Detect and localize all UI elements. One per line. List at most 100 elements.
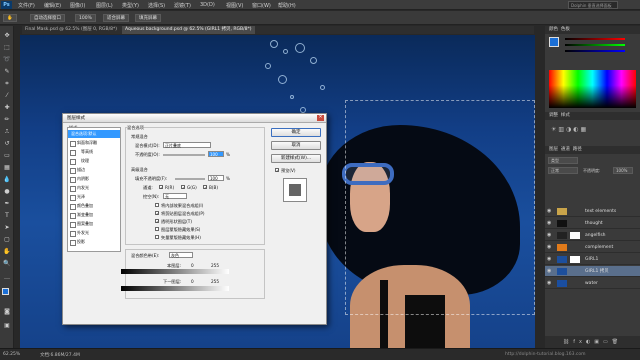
style-item[interactable]: 内发光 xyxy=(68,184,120,192)
new-style-button[interactable]: 新建样式(W)... xyxy=(271,154,321,163)
layer-row[interactable]: ◉ angelfish xyxy=(545,230,640,241)
layer-row[interactable]: ◉ GIRL1 xyxy=(545,254,640,265)
channel-r-checkbox[interactable]: ✓ xyxy=(159,185,163,190)
tab-final-mask[interactable]: Final Mask.psd @ 62.5% (图层 0, RGB/8*) xyxy=(22,26,120,34)
channel-g-checkbox[interactable]: ✓ xyxy=(181,185,185,190)
tab-aqueous-background[interactable]: Aqueous background.psd @ 62.5% (GIRL1 拷贝… xyxy=(122,26,255,34)
screen-mode-icon[interactable]: ▣ xyxy=(3,322,11,330)
menu-item[interactable]: 滤镜(T) xyxy=(174,2,191,9)
style-item[interactable]: 内阴影 xyxy=(68,175,120,183)
layer-blend-mode-select[interactable]: 正常 xyxy=(548,167,578,174)
green-slider[interactable] xyxy=(565,44,625,46)
tab-paths[interactable]: 路径 xyxy=(573,147,582,152)
menu-item[interactable]: 图层(L) xyxy=(96,2,113,9)
opacity-slider[interactable] xyxy=(163,154,205,156)
shape-tool-icon[interactable]: ▢ xyxy=(3,236,11,244)
style-item[interactable]: 图案叠加 xyxy=(68,220,120,228)
style-item[interactable]: 颜色叠加 xyxy=(68,202,120,210)
more-tools-icon[interactable]: … xyxy=(3,274,11,282)
clone-stamp-tool-icon[interactable]: ⎍ xyxy=(3,128,11,136)
visibility-eye-icon[interactable]: ◉ xyxy=(547,254,551,265)
visibility-eye-icon[interactable]: ◉ xyxy=(547,266,551,277)
workspace-selector[interactable]: Dolphin 垂直选择面板 xyxy=(568,1,618,9)
auto-select-window-checkbox[interactable]: 自动选择窗口 xyxy=(30,14,65,22)
tab-adjustments[interactable]: 调整 xyxy=(549,113,558,118)
layer-row[interactable]: ◉ GIRL1 拷贝 xyxy=(545,266,640,277)
layer-panel-footer-icons[interactable]: ⛓fx◐▣▭🗑 xyxy=(545,336,640,348)
style-item[interactable]: 斜面和浮雕 xyxy=(68,139,120,147)
marquee-tool-icon[interactable]: ⬚ xyxy=(3,44,11,52)
fill-opacity-field[interactable]: 100 xyxy=(208,175,224,181)
style-item[interactable]: 光泽 xyxy=(68,193,120,201)
tab-layers[interactable]: 图层 xyxy=(549,147,558,152)
menu-item[interactable]: 编辑(E) xyxy=(44,2,61,9)
fill-screen-button[interactable]: 填充屏幕 xyxy=(135,14,161,22)
menu-item[interactable]: 文件(F) xyxy=(18,2,35,9)
style-item[interactable]: 纹理 xyxy=(68,157,120,165)
opacity-field[interactable]: 100 xyxy=(208,151,224,157)
style-item[interactable]: 描边 xyxy=(68,166,120,174)
adjustment-icons[interactable]: ☀▥◑◐▦ xyxy=(551,126,631,140)
eraser-tool-icon[interactable]: ▭ xyxy=(3,152,11,160)
zoom-100-button[interactable]: 100% xyxy=(75,14,96,22)
advanced-option-checkbox[interactable]: ✓ xyxy=(155,219,159,224)
blur-tool-icon[interactable]: 💧 xyxy=(3,176,11,184)
dodge-tool-icon[interactable]: ● xyxy=(3,188,11,196)
zoom-tool-icon[interactable]: 🔍 xyxy=(3,260,11,268)
history-brush-tool-icon[interactable]: ↺ xyxy=(3,140,11,148)
visibility-eye-icon[interactable]: ◉ xyxy=(547,206,551,217)
ok-button[interactable]: 确定 xyxy=(271,128,321,137)
menu-item[interactable]: 窗口(W) xyxy=(252,2,271,9)
healing-tool-icon[interactable]: ✚ xyxy=(3,104,11,112)
style-item[interactable]: 混合选项:默认 xyxy=(68,130,120,138)
hand-tool-icon[interactable]: ✋ xyxy=(3,14,17,22)
style-item[interactable]: 渐变叠加 xyxy=(68,211,120,219)
visibility-eye-icon[interactable]: ◉ xyxy=(547,242,551,253)
tab-swatches[interactable]: 色板 xyxy=(561,27,570,32)
hand-tool-icon[interactable]: ✋ xyxy=(3,248,11,256)
red-slider[interactable] xyxy=(565,38,625,40)
color-spectrum[interactable] xyxy=(549,70,636,108)
gradient-tool-icon[interactable]: ▦ xyxy=(3,164,11,172)
channel-b-checkbox[interactable]: ✓ xyxy=(203,185,207,190)
menu-item[interactable]: 选择(S) xyxy=(148,2,165,9)
layer-row[interactable]: ◉ text elements xyxy=(545,206,640,217)
tab-channels[interactable]: 通道 xyxy=(561,147,570,152)
move-tool-icon[interactable]: ✥ xyxy=(3,32,11,40)
advanced-option-checkbox[interactable]: ✓ xyxy=(155,211,159,216)
preview-checkbox[interactable]: ✓ xyxy=(275,168,279,173)
eyedropper-tool-icon[interactable]: ⁄ xyxy=(3,92,11,100)
layer-row[interactable]: ◉ thought xyxy=(545,218,640,229)
advanced-option-checkbox[interactable] xyxy=(155,235,159,239)
tab-styles[interactable]: 样式 xyxy=(561,113,570,118)
style-item[interactable]: 投影 xyxy=(68,238,120,246)
lasso-tool-icon[interactable]: ➰ xyxy=(3,56,11,64)
layer-kind-filter[interactable]: 类型 xyxy=(548,157,578,164)
blue-slider[interactable] xyxy=(565,50,625,52)
blend-if-select[interactable]: 灰色 xyxy=(169,252,193,258)
color-fg-swatch[interactable] xyxy=(549,37,559,47)
menu-item[interactable]: 视图(V) xyxy=(226,2,243,9)
menu-item[interactable]: 图像(I) xyxy=(70,2,85,9)
layer-opacity-field[interactable]: 100% xyxy=(613,167,633,174)
blend-mode-select[interactable]: 正片叠底 xyxy=(163,142,211,148)
zoom-level[interactable]: 62.25% xyxy=(3,352,20,357)
cancel-button[interactable]: 取消 xyxy=(271,141,321,150)
foreground-color-swatch[interactable] xyxy=(2,288,9,295)
underlying-layer-gradient-slider[interactable] xyxy=(121,286,229,291)
visibility-eye-icon[interactable]: ◉ xyxy=(547,230,551,241)
tab-color[interactable]: 颜色 xyxy=(549,27,558,32)
this-layer-gradient-slider[interactable] xyxy=(121,269,229,274)
crop-tool-icon[interactable]: ⌗ xyxy=(3,80,11,88)
advanced-option-checkbox[interactable] xyxy=(155,227,159,231)
fit-screen-button[interactable]: 适合屏幕 xyxy=(103,14,129,22)
knockout-select[interactable]: 无 xyxy=(163,193,187,199)
layer-row[interactable]: ◉ complement xyxy=(545,242,640,253)
layer-row[interactable]: ◉ water xyxy=(545,278,640,289)
fill-opacity-slider[interactable] xyxy=(175,178,205,180)
quick-mask-icon[interactable]: ◙ xyxy=(3,308,11,316)
pen-tool-icon[interactable]: ✒ xyxy=(3,200,11,208)
menu-item[interactable]: 3D(D) xyxy=(200,2,215,8)
advanced-option-checkbox[interactable] xyxy=(155,203,159,207)
path-select-tool-icon[interactable]: ➤ xyxy=(3,224,11,232)
